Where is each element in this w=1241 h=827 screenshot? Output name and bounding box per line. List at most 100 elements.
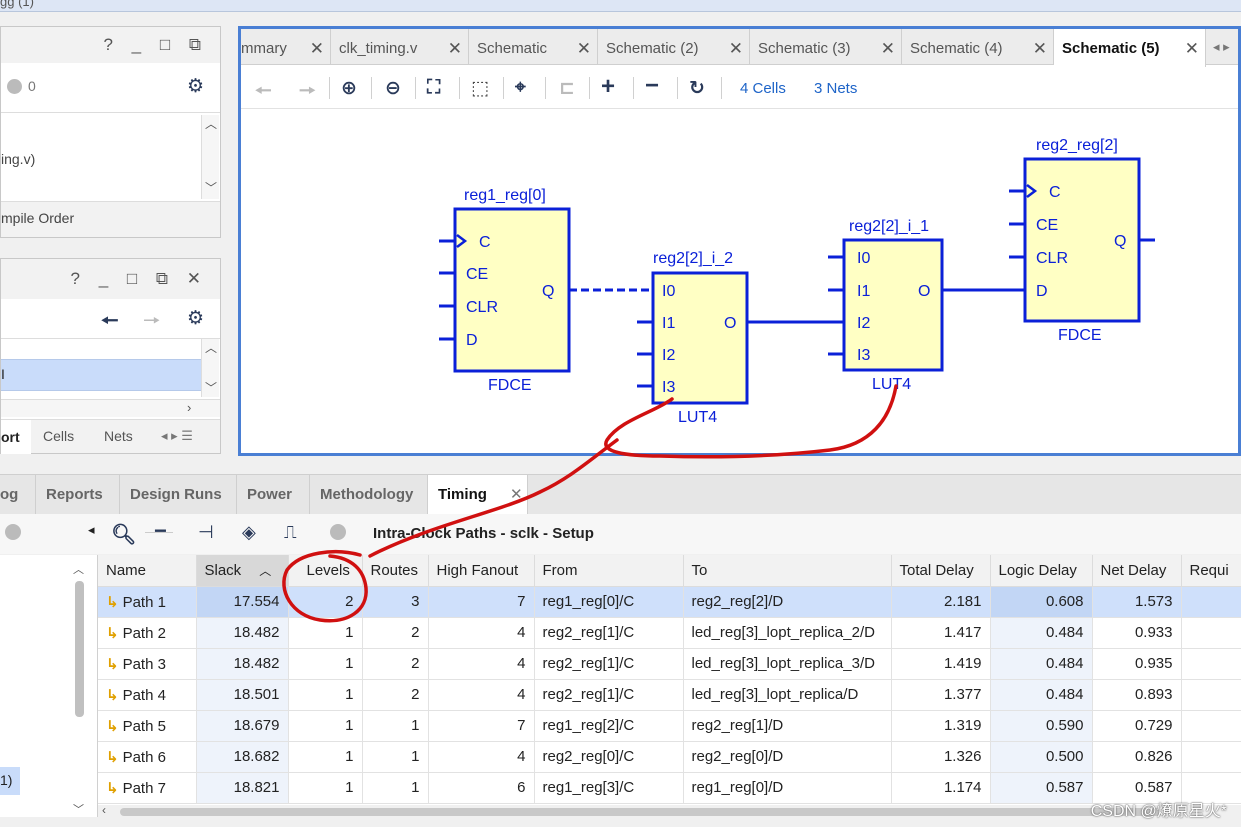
pin-lut-b-i2: I2 bbox=[857, 315, 870, 332]
tree-item-selected[interactable]: 1) bbox=[0, 767, 20, 795]
vertical-scrollbar[interactable]: ︿ ﹀ bbox=[201, 115, 219, 199]
column-header-routes[interactable]: Routes bbox=[362, 555, 429, 587]
path-name: Path 7 bbox=[122, 779, 166, 797]
forward-arrow-icon[interactable]: 🠖 bbox=[143, 306, 161, 340]
cell-from: reg2_reg[1]/C bbox=[534, 648, 684, 680]
cell-slack: 18.482 bbox=[196, 617, 289, 649]
collapse-arrow-icon[interactable]: ◂ bbox=[88, 522, 95, 538]
column-header-net-delay[interactable]: Net Delay bbox=[1092, 555, 1182, 587]
column-header-name[interactable]: Name bbox=[98, 555, 197, 587]
column-header-logic-delay[interactable]: Logic Delay bbox=[990, 555, 1093, 587]
schematic-canvas[interactable]: reg1_reg[0] FDCE C CE CLR D Q reg2[2]_i_… bbox=[238, 26, 1241, 456]
collapse-all-icon[interactable]: − bbox=[154, 518, 167, 544]
table-row[interactable]: ↳ Path 4 18.501 1 2 4 reg2_reg[1]/C led_reg[3]_… bbox=[98, 679, 1241, 711]
scroll-thumb[interactable] bbox=[75, 581, 84, 717]
hierarchy-icon[interactable]: ⊣ bbox=[198, 522, 214, 543]
scroll-down-icon[interactable]: ﹀ bbox=[205, 379, 217, 396]
sources-panel: ? _ □ ⧉ 0 ⚙ ing.v) ︿ ﹀ mpile Order bbox=[0, 26, 221, 238]
pin-lut-a-i2: I2 bbox=[662, 347, 675, 364]
tab-nets[interactable]: Nets bbox=[104, 428, 133, 444]
tab-power[interactable]: Power bbox=[237, 475, 310, 515]
scroll-down-icon[interactable]: ﹀ bbox=[73, 801, 84, 817]
column-header-to[interactable]: To bbox=[683, 555, 892, 587]
cell-slack: 18.482 bbox=[196, 648, 289, 680]
gear-icon[interactable]: ⚙ bbox=[187, 75, 204, 98]
tab-cells[interactable]: Cells bbox=[43, 428, 74, 444]
status-dot-icon bbox=[330, 524, 346, 540]
scroll-up-icon[interactable]: ︿ bbox=[73, 561, 84, 577]
vertical-scrollbar[interactable]: ︿ bbox=[73, 561, 87, 721]
table-row[interactable]: ↳ Path 3 18.482 1 2 4 reg2_reg[1]/C led_reg[3]_… bbox=[98, 648, 1241, 680]
sources-toolbar: 0 ⚙ bbox=[1, 63, 220, 113]
top-bar: gg (1) bbox=[0, 0, 1241, 12]
cell-requirement bbox=[1181, 741, 1241, 773]
tab-design-runs[interactable]: Design Runs bbox=[120, 475, 237, 515]
tab-reports[interactable]: Reports bbox=[36, 475, 120, 515]
cell-requirement bbox=[1181, 710, 1241, 742]
cell-from: reg2_reg[1]/C bbox=[534, 617, 684, 649]
table-row[interactable]: ↳ Path 6 18.682 1 1 4 reg2_reg[0]/C reg2_reg[0]… bbox=[98, 741, 1241, 773]
gear-icon[interactable]: ⚙ bbox=[187, 307, 204, 330]
cell-total: 1.377 bbox=[891, 679, 991, 711]
tab-compile-order[interactable]: mpile Order bbox=[1, 210, 74, 226]
column-header-slack[interactable]: Slack ︿ bbox=[196, 555, 289, 587]
cell-levels: 2 bbox=[288, 586, 363, 618]
watermark: CSDN @燎原星火* bbox=[1090, 803, 1227, 820]
pin-reg2-c: C bbox=[1049, 184, 1061, 201]
vertical-scrollbar[interactable]: ︿ ﹀ bbox=[201, 339, 219, 397]
cell-routes: 3 bbox=[362, 586, 429, 618]
tab-methodology[interactable]: Methodology bbox=[310, 475, 428, 515]
netlist-panel-header: ? _ □ ⧉ ✕ bbox=[1, 259, 220, 299]
table-row[interactable]: ↳ Path 2 18.482 1 2 4 reg2_reg[1]/C led_reg[3]_… bbox=[98, 617, 1241, 649]
panel-window-buttons[interactable]: ? _ □ ⧉ ✕ bbox=[71, 269, 208, 289]
column-header-levels[interactable]: Levels bbox=[288, 555, 363, 587]
tab-scroll-arrows[interactable]: ◂ ▸ ☰ bbox=[161, 428, 193, 444]
scroll-thumb[interactable] bbox=[120, 808, 1160, 816]
column-header-requirement[interactable]: Requi bbox=[1181, 555, 1241, 587]
cell-name-lut-b: reg2[2]_i_1 bbox=[849, 218, 929, 235]
tree-item-label: 1) bbox=[0, 772, 13, 788]
table-row[interactable]: ↳ Path 5 18.679 1 1 7 reg1_reg[2]/C reg2_reg[1]… bbox=[98, 710, 1241, 742]
scroll-down-icon[interactable]: ﹀ bbox=[205, 179, 217, 196]
column-header-total-delay[interactable]: Total Delay bbox=[891, 555, 991, 587]
sources-panel-header: ? _ □ ⧉ bbox=[1, 27, 220, 63]
table-row[interactable]: ↳ Path 1 17.554 2 3 7 reg1_reg[0]/C reg2_reg[2]… bbox=[98, 586, 1241, 618]
back-arrow-icon[interactable]: 🠔 bbox=[101, 306, 119, 340]
path-name: Path 4 bbox=[122, 686, 166, 704]
cell-routes: 2 bbox=[362, 679, 429, 711]
cell-name: ↳ Path 6 bbox=[98, 741, 197, 773]
scroll-up-icon[interactable]: ︿ bbox=[205, 115, 217, 132]
tab-timing[interactable]: Timing ✕ bbox=[428, 475, 528, 515]
close-icon[interactable]: ✕ bbox=[510, 475, 523, 515]
scroll-right-icon[interactable]: › bbox=[187, 400, 191, 415]
cell-name: ↳ Path 4 bbox=[98, 679, 197, 711]
table-row[interactable]: ↳ Path 7 18.821 1 1 6 reg1_reg[3]/C reg1_reg[0]… bbox=[98, 772, 1241, 804]
pin-lut-a-i0: I0 bbox=[662, 283, 675, 300]
cell-logic: 0.590 bbox=[990, 710, 1093, 742]
column-header-from[interactable]: From bbox=[534, 555, 684, 587]
path-icon: ↳ bbox=[106, 748, 119, 766]
sort-ascending-icon: ︿ bbox=[259, 563, 272, 578]
cell-routes: 1 bbox=[362, 772, 429, 804]
waveform-icon[interactable]: ⎍ bbox=[284, 522, 297, 543]
cell-slack: 17.554 bbox=[196, 586, 289, 618]
scroll-up-icon[interactable]: ︿ bbox=[205, 339, 217, 356]
tab-ort[interactable]: ort bbox=[1, 420, 31, 454]
netlist-tab-bar: ort Cells Nets ◂ ▸ ☰ bbox=[1, 419, 220, 454]
cell-net: 1.573 bbox=[1092, 586, 1182, 618]
cell-type-reg1: FDCE bbox=[488, 377, 532, 394]
cell-from: reg1_reg[2]/C bbox=[534, 710, 684, 742]
horizontal-scrollbar[interactable]: › bbox=[1, 399, 220, 417]
horizontal-scrollbar[interactable]: ‹ bbox=[98, 803, 1241, 819]
scroll-left-icon[interactable]: ‹ bbox=[102, 803, 106, 817]
column-header-high-fanout[interactable]: High Fanout bbox=[428, 555, 535, 587]
cell-net: 0.933 bbox=[1092, 617, 1182, 649]
cell-to: reg2_reg[0]/D bbox=[683, 741, 892, 773]
search-icon[interactable]: 🔍︎ bbox=[111, 522, 136, 547]
top-bar-text: gg (1) bbox=[0, 0, 34, 9]
pin-lut-a-o: O bbox=[724, 315, 736, 332]
selected-tree-item[interactable]: I bbox=[1, 359, 201, 391]
panel-window-buttons[interactable]: ? _ □ ⧉ bbox=[104, 35, 209, 55]
tab-log[interactable]: og bbox=[0, 475, 36, 515]
diamond-icon[interactable]: ◈ bbox=[242, 522, 256, 543]
